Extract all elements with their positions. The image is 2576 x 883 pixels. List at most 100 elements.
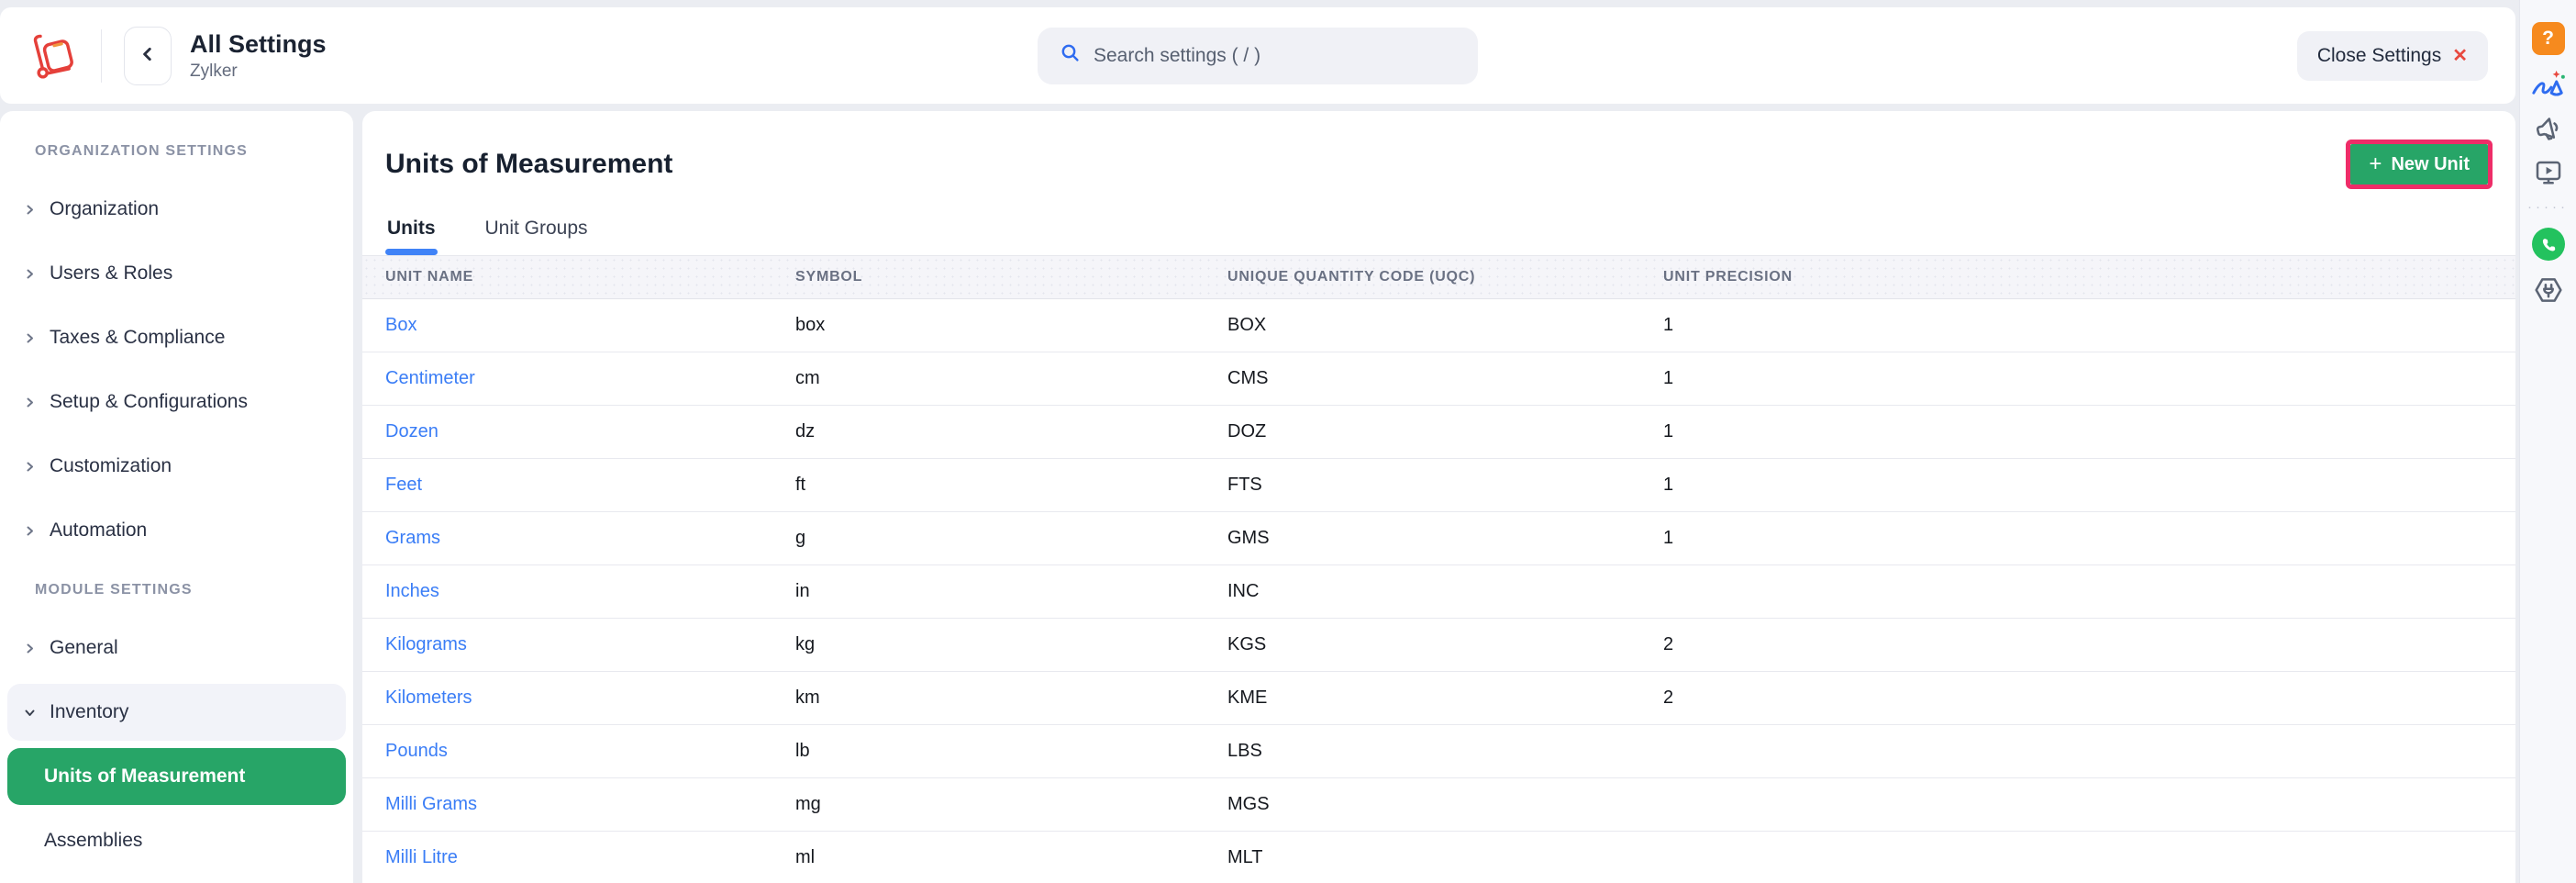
chevron-left-icon — [139, 46, 156, 65]
unit-uqc: MGS — [1227, 794, 1663, 815]
new-unit-highlight-ring: + New Unit — [2346, 140, 2493, 189]
units-table-body: Box box BOX 1 Centimeter cm CMS 1 Dozen … — [362, 299, 2515, 883]
sidebar-item-units-of-measurement[interactable]: Units of Measurement — [0, 744, 353, 809]
unit-precision: 1 — [1663, 368, 2493, 389]
unit-name-link[interactable]: Inches — [385, 581, 439, 602]
tab-unit-groups[interactable]: Unit Groups — [483, 218, 590, 255]
section-label-module-settings: MODULE SETTINGS — [35, 577, 353, 603]
search-icon — [1060, 42, 1082, 69]
unit-precision: 1 — [1663, 475, 2493, 496]
unit-uqc: LBS — [1227, 741, 1663, 762]
unit-name-link[interactable]: Box — [385, 315, 416, 336]
inventory-logo-icon[interactable] — [28, 30, 79, 82]
unit-symbol: ft — [795, 475, 1227, 496]
unit-symbol: box — [795, 315, 1227, 336]
unit-name-link[interactable]: Feet — [385, 475, 422, 496]
chevron-down-icon — [22, 706, 37, 720]
close-icon: ✕ — [2452, 47, 2468, 65]
table-row: Inches in INC — [362, 565, 2515, 619]
org-name: Zylker — [190, 61, 327, 82]
unit-uqc: BOX — [1227, 315, 1663, 336]
table-row: Grams g GMS 1 — [362, 512, 2515, 565]
unit-name-link[interactable]: Milli Grams — [385, 794, 477, 815]
table-header-row: UNIT NAME SYMBOL UNIQUE QUANTITY CODE (U… — [362, 255, 2515, 299]
tab-units[interactable]: Units — [385, 218, 438, 255]
plus-icon: + — [2369, 153, 2382, 175]
units-of-measurement-panel: Units of Measurement + New Unit Units Un… — [362, 111, 2515, 883]
unit-name-link[interactable]: Dozen — [385, 421, 439, 442]
table-row: Milli Litre ml MLT — [362, 832, 2515, 883]
page-title: All Settings — [190, 29, 327, 59]
more-dots: ····· — [2527, 200, 2569, 214]
header-left-group: All Settings Zylker — [28, 27, 327, 85]
sidebar-item-general[interactable]: General — [0, 616, 353, 680]
settings-sidebar: ORGANIZATION SETTINGS Organization Users… — [0, 111, 353, 883]
sidebar-item-setup-configurations[interactable]: Setup & Configurations — [0, 370, 353, 434]
unit-precision: 2 — [1663, 687, 2493, 709]
sidebar-item-automation[interactable]: Automation — [0, 498, 353, 563]
column-uqc: UNIQUE QUANTITY CODE (UQC) — [1227, 269, 1663, 285]
new-unit-button[interactable]: + New Unit — [2350, 144, 2488, 184]
whatsapp-icon[interactable] — [2532, 228, 2565, 261]
sidebar-item-taxes-compliance[interactable]: Taxes & Compliance — [0, 306, 353, 370]
unit-uqc: GMS — [1227, 528, 1663, 549]
chevron-right-icon — [22, 642, 37, 655]
unit-precision: 1 — [1663, 528, 2493, 549]
column-unit-precision: UNIT PRECISION — [1663, 269, 2493, 285]
header-title-block: All Settings Zylker — [190, 29, 327, 81]
top-header: All Settings Zylker Search settings ( / … — [0, 7, 2515, 104]
section-label-organization-settings: ORGANIZATION SETTINGS — [35, 139, 353, 164]
unit-uqc: KGS — [1227, 634, 1663, 655]
table-row: Box box BOX 1 — [362, 299, 2515, 352]
unit-symbol: cm — [795, 368, 1227, 389]
right-icon-rail: ? — [2519, 0, 2576, 883]
unit-uqc: DOZ — [1227, 421, 1663, 442]
table-row: Feet ft FTS 1 — [362, 459, 2515, 512]
unit-uqc: FTS — [1227, 475, 1663, 496]
chevron-right-icon — [22, 524, 37, 538]
video-tutorials-icon[interactable] — [2534, 157, 2563, 186]
table-row: Pounds lb LBS — [362, 725, 2515, 778]
unit-precision: 2 — [1663, 634, 2493, 655]
integrations-icon[interactable] — [2533, 274, 2564, 306]
unit-symbol: km — [795, 687, 1227, 709]
unit-name-link[interactable]: Kilometers — [385, 687, 472, 709]
table-row: Centimeter cm CMS 1 — [362, 352, 2515, 406]
unit-symbol: mg — [795, 794, 1227, 815]
table-row: Kilograms kg KGS 2 — [362, 619, 2515, 672]
help-icon[interactable]: ? — [2532, 22, 2565, 55]
sidebar-item-organization[interactable]: Organization — [0, 177, 353, 241]
new-unit-label: New Unit — [2391, 154, 2470, 175]
unit-symbol: lb — [795, 741, 1227, 762]
announcements-icon[interactable] — [2534, 114, 2563, 143]
sidebar-item-users-roles[interactable]: Users & Roles — [0, 241, 353, 306]
unit-precision: 1 — [1663, 421, 2493, 442]
close-settings-button[interactable]: Close Settings ✕ — [2297, 31, 2488, 81]
column-unit-name: UNIT NAME — [385, 269, 795, 285]
unit-uqc: KME — [1227, 687, 1663, 709]
unit-name-link[interactable]: Centimeter — [385, 368, 475, 389]
unit-name-link[interactable]: Milli Litre — [385, 847, 458, 868]
table-row: Milli Grams mg MGS — [362, 778, 2515, 832]
search-input[interactable]: Search settings ( / ) — [1038, 28, 1478, 84]
chevron-right-icon — [22, 460, 37, 474]
unit-symbol: g — [795, 528, 1227, 549]
unit-name-link[interactable]: Pounds — [385, 741, 448, 762]
sidebar-item-inventory[interactable]: Inventory — [0, 680, 353, 744]
unit-name-link[interactable]: Grams — [385, 528, 440, 549]
unit-precision: 1 — [1663, 315, 2493, 336]
unit-uqc: INC — [1227, 581, 1663, 602]
sidebar-item-customization[interactable]: Customization — [0, 434, 353, 498]
unit-symbol: in — [795, 581, 1227, 602]
chevron-right-icon — [22, 267, 37, 281]
panel-title: Units of Measurement — [385, 149, 672, 180]
unit-symbol: kg — [795, 634, 1227, 655]
sidebar-item-assemblies[interactable]: Assemblies — [0, 809, 353, 873]
back-button[interactable] — [124, 27, 172, 85]
chevron-right-icon — [22, 203, 37, 217]
settings-page: All Settings Zylker Search settings ( / … — [0, 0, 2576, 883]
zia-assistant-icon[interactable] — [2530, 69, 2567, 100]
header-divider — [101, 29, 102, 83]
unit-name-link[interactable]: Kilograms — [385, 634, 467, 655]
unit-uqc: MLT — [1227, 847, 1663, 868]
